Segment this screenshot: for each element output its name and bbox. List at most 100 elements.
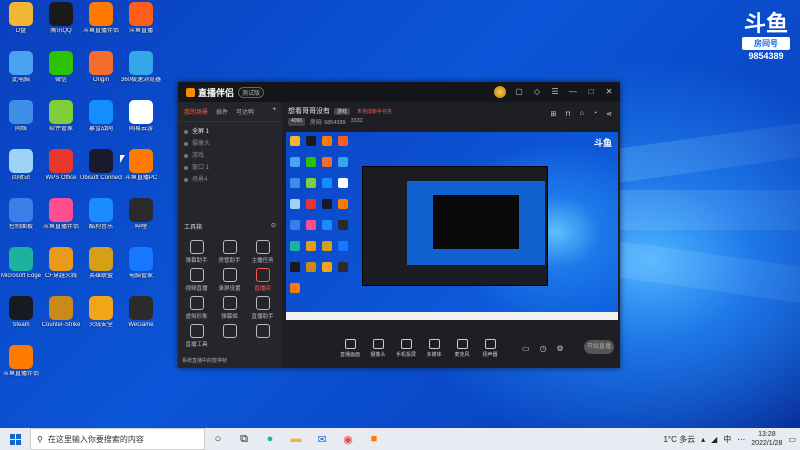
media-button[interactable]: 多媒体 [420,338,448,358]
desktop-icon[interactable]: Steam [0,296,42,329]
cortana-icon[interactable]: ○ [205,428,231,450]
speaker-button[interactable]: 扬声器 [476,338,504,358]
toolbox-item[interactable]: 主播任务 [246,240,279,264]
tab-duck[interactable]: 可达鸭 [236,107,254,116]
desktop-icon[interactable]: 英雄联盟 [80,247,122,280]
desktop-icon[interactable]: Counter-Strike [40,296,82,329]
desktop-icon[interactable]: 360极速浏览器 [120,51,162,84]
gear-icon[interactable]: ⚙ [557,344,564,353]
desktop-icon[interactable]: 软件管家 [40,100,82,133]
desktop-icon[interactable]: 斗鱼直播伴侣 [40,198,82,231]
tray-overflow-icon[interactable]: ⋯ [737,435,745,444]
notification-icon[interactable]: ▭ [788,435,796,444]
chrome-icon[interactable]: ◉ [335,428,361,450]
toolbox-item[interactable]: 弹幕助手 [180,240,213,264]
tab-scenes[interactable]: 我的场景 [184,107,208,116]
network-icon[interactable]: ▴ [701,435,705,444]
visibility-icon[interactable] [184,130,188,134]
camera-button[interactable]: 摄像头 [364,338,392,358]
user-avatar[interactable] [494,86,506,98]
stream-preview[interactable]: 斗鱼 [286,132,618,320]
scene-item[interactable]: 窗口 1 [184,162,276,174]
desktop-icon[interactable]: 网络 [0,100,42,133]
start-stream-button[interactable]: 开始直播 [584,340,614,354]
share-icon[interactable]: ⋖ [606,110,612,118]
desktop-icon[interactable]: D盘 [0,2,42,35]
task-view-icon[interactable]: ⧉ [231,428,257,450]
tab-plugins[interactable]: 插件 [216,107,228,116]
toolbox-item[interactable]: 直播间 [246,268,279,292]
visibility-icon[interactable] [184,142,188,146]
desktop-icon[interactable]: 电脑管家 [120,247,162,280]
volume-icon[interactable]: ◢ [711,435,717,444]
gift-box-icon[interactable]: ⊞ [550,110,556,118]
stream-title[interactable]: 想看哥哥没有 [288,106,330,116]
desktop-icon[interactable]: 火绒安全 [80,296,122,329]
desktop-icon[interactable]: Ubisoft Connect [80,149,122,182]
weather-text[interactable]: 1°C 多云 [663,434,695,445]
desktop-icon[interactable]: CF穿越火线 [40,247,82,280]
desktop-icon[interactable]: 斗鱼直播PC [120,149,162,182]
desktop-icon[interactable]: 斗鱼直播伴侣 [80,2,122,35]
clock[interactable]: 13:28 2022/1/28 [751,430,782,448]
desktop-icon[interactable]: 微信 [40,51,82,84]
toolbox-settings-icon[interactable]: ⊙ [271,222,276,231]
desktop-icon[interactable]: Origin [80,51,122,84]
desktop-icon[interactable]: 回收站 [0,149,42,182]
visibility-icon[interactable] [184,178,188,182]
desktop-icon[interactable]: 控制面板 [0,198,42,231]
app-titlebar[interactable]: 直播伴侣 测试版 ▢ ◇ ☰ — □ ✕ [178,82,620,102]
desktop-icon[interactable]: Microsoft Edge [0,247,42,280]
toolbox-item[interactable]: 视频直播 [180,268,213,292]
start-button[interactable] [0,428,30,450]
scene-item[interactable]: 摄像头 [184,138,276,150]
taskbar-search[interactable]: ⚲ 在这里输入你要搜索的内容 [30,428,205,450]
mail-icon[interactable]: ✉ [309,428,335,450]
ime-icon[interactable]: 中 [723,434,731,445]
add-scene-icon[interactable]: + [272,107,276,116]
record-icon[interactable]: ▭ [522,344,530,353]
desktop-icon[interactable]: 斗鱼直播 [120,2,162,35]
desktop-icon[interactable]: 酷狗音乐 [80,198,122,231]
lock-icon[interactable]: ⊓ [565,110,570,118]
desktop-icon[interactable]: WeGame [120,296,162,329]
scene-item[interactable]: 游戏 [184,150,276,162]
visibility-icon[interactable] [184,154,188,158]
screen-capture-button[interactable]: 直播画面 [336,338,364,358]
streaming-app-window[interactable]: 直播伴侣 测试版 ▢ ◇ ☰ — □ ✕ 我的场景 插件 可达鸭 + 全屏 1 [178,82,620,368]
desktop-icon[interactable]: 腾讯QQ [40,2,82,35]
bell-icon[interactable]: ◔ [593,110,597,118]
toolbox-item[interactable] [246,324,279,348]
microphone-button[interactable]: 麦克风 [448,338,476,358]
desktop-icon[interactable]: 哔哩 [120,198,162,231]
edge-taskbar-icon[interactable]: ● [257,428,283,450]
desktop-icon[interactable]: 斗鱼直播伴侣 [0,345,42,378]
close-icon[interactable]: ✕ [604,87,614,97]
shirt-icon[interactable]: ⌂ [580,110,584,118]
toolbox-item[interactable]: 录屏设置 [213,268,246,292]
desktop-icon[interactable]: WPS Office [40,149,82,182]
douyu-taskbar-icon[interactable]: ■ [361,428,387,450]
scene-item[interactable]: 全屏 1 [184,126,276,138]
settings-icon[interactable]: ☰ [550,87,560,97]
task-warning[interactable]: 未完成新手任务 [354,108,395,115]
toolbox-item[interactable]: 虚拟形象 [180,296,213,320]
desktop-icon[interactable]: 暴雪战网 [80,100,122,133]
file-explorer-icon[interactable]: ▬ [283,428,309,450]
version-badge[interactable]: 测试版 [238,86,265,98]
desktop-icon[interactable]: 此电脑 [0,51,42,84]
toolbox-item[interactable] [213,324,246,348]
toolbox-item[interactable]: 弹幕姬 [213,296,246,320]
timer-icon[interactable]: ◷ [540,344,547,353]
toolbox-item[interactable]: 直播工具 [180,324,213,348]
toolbox-item[interactable]: 房管助手 [213,240,246,264]
toolbox-item[interactable]: 直播助手 [246,296,279,320]
category-badge[interactable]: 游戏 [334,107,351,115]
minimize-icon[interactable]: — [568,87,578,97]
phone-cast-button[interactable]: 手机投屏 [392,338,420,358]
visibility-icon[interactable] [184,166,188,170]
message-icon[interactable]: ▢ [514,87,524,97]
maximize-icon[interactable]: □ [586,87,596,97]
gift-icon[interactable]: ◇ [532,87,542,97]
scene-item[interactable]: 场景4 [184,174,276,186]
